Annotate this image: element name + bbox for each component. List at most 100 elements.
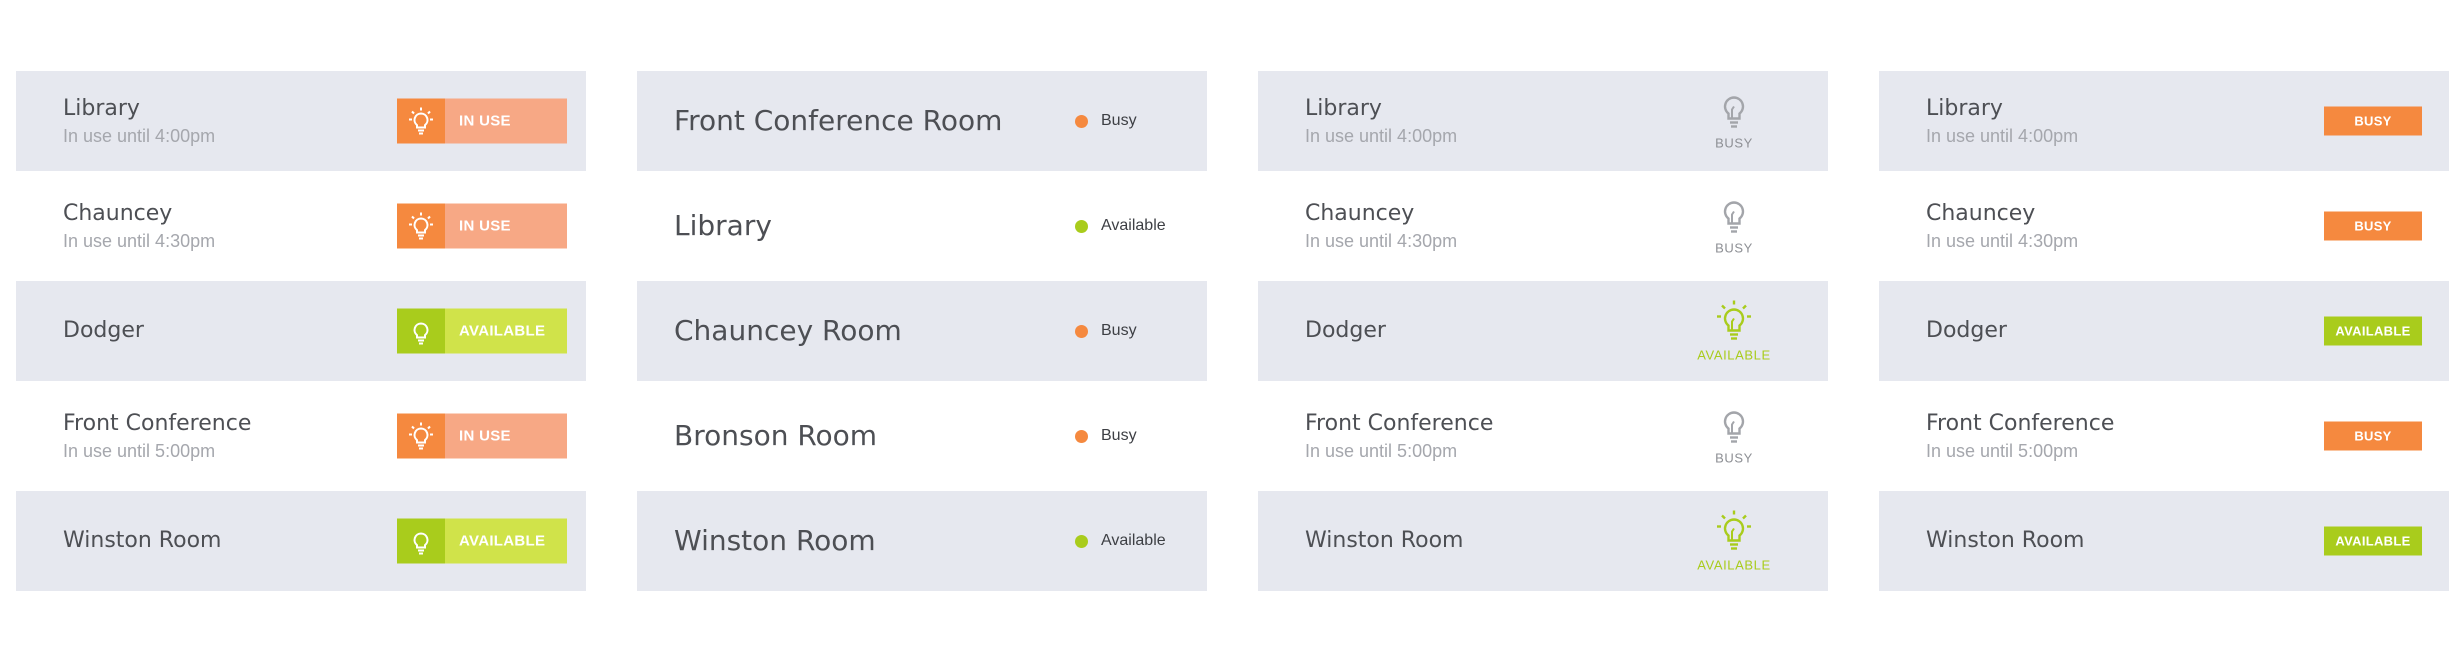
room-subtitle: In use until 5:00pm	[63, 441, 216, 461]
status-badge: AVAILABLE	[397, 518, 567, 564]
room-row-winston[interactable]: Winston Room AVAILABLE	[1258, 491, 1828, 591]
lightbulb-icon	[1723, 411, 1745, 443]
lightbulb-icon	[397, 203, 445, 249]
room-text: Winston Room	[1926, 527, 2084, 555]
room-text: Chauncey In use until 4:30pm	[63, 200, 215, 252]
room-list-pill-style: Library In use until 4:00pm BUSY Chaunce…	[1879, 71, 2449, 596]
room-row-chauncey[interactable]: Chauncey In use until 4:30pm IN USE	[16, 176, 586, 276]
room-name: Front Conference Room	[674, 104, 1003, 137]
lightbulb-icon	[397, 308, 445, 354]
lightbulb-icon	[1723, 96, 1745, 128]
room-text: Library In use until 4:00pm	[1305, 95, 1457, 147]
status-label: IN USE	[445, 203, 567, 249]
status-badge: IN USE	[397, 413, 567, 459]
status-indicator: BUSY	[1689, 92, 1779, 151]
room-row-library[interactable]: Library In use until 4:00pm IN USE	[16, 71, 586, 171]
lightbulb-icon	[397, 518, 445, 564]
room-text: Winston Room	[674, 527, 876, 555]
status-indicator: BUSY	[1689, 197, 1779, 256]
status-label: Available	[1101, 532, 1166, 549]
status-label: BUSY	[1715, 240, 1753, 256]
room-text: Front Conference In use until 5:00pm	[1926, 410, 2114, 462]
status-pill: BUSY	[2324, 421, 2422, 451]
room-text: Winston Room	[63, 527, 221, 555]
room-name: Bronson Room	[674, 419, 878, 452]
room-name: Dodger	[63, 318, 144, 343]
status-label: AVAILABLE	[445, 518, 567, 564]
status-indicator: Busy	[1075, 112, 1137, 130]
room-text: Chauncey In use until 4:30pm	[1305, 200, 1457, 252]
status-dot-icon	[1075, 534, 1088, 548]
room-list-badge-style: Library In use until 4:00pm IN USE Chaun…	[16, 71, 586, 596]
room-text: Chauncey Room	[674, 317, 902, 345]
room-name: Chauncey	[1305, 201, 1415, 226]
status-indicator: BUSY	[1689, 407, 1779, 466]
room-subtitle: In use until 4:00pm	[1305, 126, 1458, 146]
status-label: Busy	[1101, 112, 1137, 129]
room-name: Chauncey	[63, 201, 173, 226]
room-row-winston-room[interactable]: Winston Room Available	[637, 491, 1207, 591]
status-pill: AVAILABLE	[2324, 316, 2422, 346]
room-subtitle: In use until 4:00pm	[1926, 126, 2079, 146]
room-text: Front Conference In use until 5:00pm	[63, 410, 251, 462]
status-badge: IN USE	[397, 203, 567, 249]
lightbulb-icon	[1723, 201, 1745, 233]
status-label: Available	[1101, 217, 1166, 234]
room-text: Winston Room	[1305, 527, 1463, 555]
room-subtitle: In use until 4:30pm	[1305, 231, 1458, 251]
room-row-winston[interactable]: Winston Room AVAILABLE	[16, 491, 586, 591]
room-text: Library In use until 4:00pm	[1926, 95, 2078, 147]
lightbulb-icon	[397, 413, 445, 459]
room-name: Chauncey	[1926, 201, 2036, 226]
status-indicator: Available	[1075, 217, 1166, 235]
room-name: Front Conference	[63, 411, 252, 436]
room-row-dodger[interactable]: Dodger AVAILABLE	[1879, 281, 2449, 381]
room-row-dodger[interactable]: Dodger AVAILABLE	[16, 281, 586, 381]
room-name: Dodger	[1305, 318, 1386, 343]
room-row-bronson-room[interactable]: Bronson Room Busy	[637, 386, 1207, 486]
room-name: Front Conference	[1305, 411, 1494, 436]
room-text: Library	[674, 212, 772, 240]
room-row-chauncey[interactable]: Chauncey In use until 4:30pm BUSY	[1258, 176, 1828, 276]
room-name: Library	[1926, 96, 2003, 121]
room-name: Library	[1305, 96, 1382, 121]
status-pill: BUSY	[2324, 106, 2422, 136]
room-list-bulb-style: Library In use until 4:00pm BUSY Chaunce…	[1258, 71, 1828, 596]
status-label: AVAILABLE	[1697, 557, 1771, 573]
lightbulb-icon	[397, 98, 445, 144]
room-text: Dodger	[1305, 317, 1386, 345]
room-text: Dodger	[1926, 317, 2007, 345]
status-label: IN USE	[445, 413, 567, 459]
room-row-front-conference-room[interactable]: Front Conference Room Busy	[637, 71, 1207, 171]
room-row-library[interactable]: Library In use until 4:00pm BUSY	[1258, 71, 1828, 171]
room-row-chauncey-room[interactable]: Chauncey Room Busy	[637, 281, 1207, 381]
room-row-library[interactable]: Library In use until 4:00pm BUSY	[1879, 71, 2449, 171]
room-row-front-conference[interactable]: Front Conference In use until 5:00pm BUS…	[1879, 386, 2449, 486]
status-dot-icon	[1075, 429, 1088, 443]
room-subtitle: In use until 4:00pm	[63, 126, 216, 146]
room-row-library[interactable]: Library Available	[637, 176, 1207, 276]
room-name: Library	[63, 96, 140, 121]
room-row-dodger[interactable]: Dodger AVAILABLE	[1258, 281, 1828, 381]
status-label: AVAILABLE	[445, 308, 567, 354]
status-badge: AVAILABLE	[397, 308, 567, 354]
status-label: BUSY	[1715, 135, 1753, 151]
room-subtitle: In use until 5:00pm	[1926, 441, 2079, 461]
status-label: AVAILABLE	[1697, 347, 1771, 363]
room-row-chauncey[interactable]: Chauncey In use until 4:30pm BUSY	[1879, 176, 2449, 276]
status-indicator: Busy	[1075, 427, 1137, 445]
room-text: Dodger	[63, 317, 144, 345]
room-text: Front Conference In use until 5:00pm	[1305, 410, 1493, 462]
lightbulb-on-icon	[1717, 300, 1751, 340]
room-row-front-conference[interactable]: Front Conference In use until 5:00pm IN …	[16, 386, 586, 486]
room-name: Winston Room	[63, 528, 222, 553]
room-name: Winston Room	[1926, 528, 2085, 553]
room-list-dot-style: Front Conference Room Busy Library Avail…	[637, 71, 1207, 596]
room-row-winston[interactable]: Winston Room AVAILABLE	[1879, 491, 2449, 591]
status-label: IN USE	[445, 98, 567, 144]
room-row-front-conference[interactable]: Front Conference In use until 5:00pm BUS…	[1258, 386, 1828, 486]
status-dot-icon	[1075, 324, 1088, 338]
room-text: Bronson Room	[674, 422, 877, 450]
room-name: Winston Room	[1305, 528, 1464, 553]
status-dot-icon	[1075, 219, 1088, 233]
